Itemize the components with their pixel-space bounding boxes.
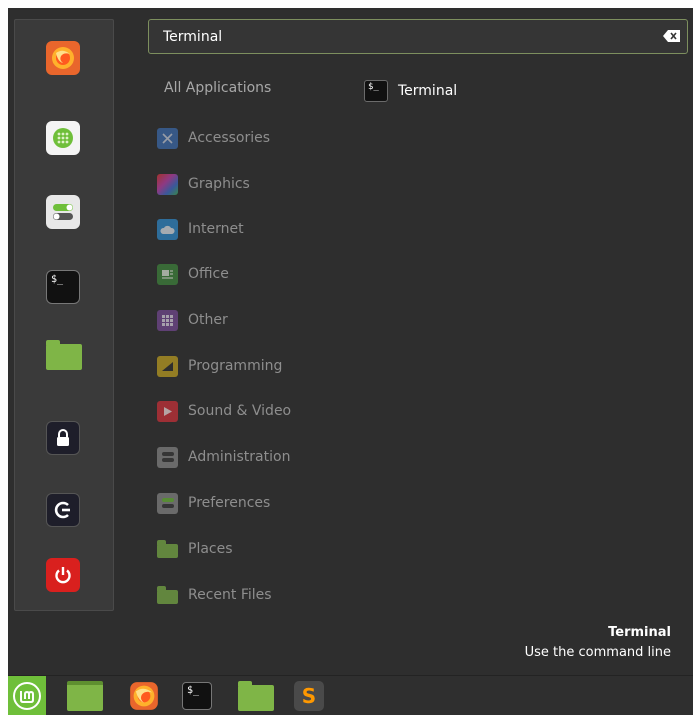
terminal-icon: $_ [51, 274, 64, 285]
selected-app-description: Use the command line [524, 645, 671, 660]
software-manager-icon [53, 128, 73, 148]
firefox-icon [52, 47, 74, 69]
category-label: Accessories [188, 130, 271, 146]
category-label: Preferences [188, 495, 271, 511]
other-icon [157, 309, 178, 331]
selected-app-title: Terminal [608, 625, 671, 640]
category-label: Other [188, 312, 228, 328]
show-desktop-button[interactable] [60, 680, 110, 712]
favorite-quit[interactable] [46, 558, 80, 592]
mint-logo-icon [13, 681, 41, 710]
favorite-lock-screen[interactable] [46, 421, 80, 455]
taskbar-firefox[interactable] [126, 680, 162, 712]
category-recent-files[interactable]: Recent Files [157, 582, 272, 608]
category-label: Programming [188, 358, 283, 374]
category-sound-video[interactable]: Sound & Video [157, 398, 291, 424]
category-label: Internet [188, 221, 244, 237]
favorite-files[interactable] [46, 338, 82, 372]
programming-icon [157, 355, 178, 377]
power-icon [55, 567, 71, 584]
desktop-icon [67, 681, 103, 711]
graphics-icon [157, 173, 178, 195]
search-result-terminal[interactable]: $_ Terminal [364, 78, 457, 104]
terminal-icon: $_ [182, 682, 212, 710]
category-label: Sound & Video [188, 403, 292, 419]
favorite-terminal[interactable]: $_ [46, 270, 80, 304]
internet-icon [157, 218, 178, 240]
category-other[interactable]: Other [157, 307, 228, 333]
folder-icon [238, 681, 274, 711]
taskbar-files[interactable] [234, 680, 278, 712]
accessories-icon [157, 127, 178, 149]
logout-icon [54, 501, 70, 519]
sound-video-icon [157, 400, 178, 422]
favorite-firefox[interactable] [46, 41, 80, 75]
category-administration[interactable]: Administration [157, 444, 290, 470]
category-graphics[interactable]: Graphics [157, 171, 250, 197]
result-label: Terminal [398, 83, 458, 99]
settings-toggle-icon [53, 204, 73, 220]
taskbar-panel: $_ S [8, 675, 693, 715]
mint-menu-button[interactable] [8, 676, 46, 715]
favorite-system-settings[interactable] [46, 195, 80, 229]
favorite-logout[interactable] [46, 493, 80, 527]
category-programming[interactable]: Programming [157, 353, 282, 379]
category-label: Recent Files [188, 587, 272, 603]
office-icon [157, 263, 178, 285]
category-accessories[interactable]: Accessories [157, 125, 270, 151]
category-all-applications[interactable]: All Applications [164, 80, 271, 96]
search-input[interactable] [163, 20, 643, 53]
backspace-clear-icon[interactable] [663, 29, 681, 43]
search-box [148, 19, 688, 54]
taskbar-terminal[interactable]: $_ [180, 680, 214, 712]
category-label: Places [188, 541, 233, 557]
taskbar-sublime-text[interactable]: S [292, 680, 326, 712]
category-label: Administration [188, 449, 291, 465]
recent-files-icon [157, 585, 178, 606]
lock-icon [57, 429, 69, 446]
folder-icon [46, 340, 82, 370]
preferences-icon [157, 492, 178, 514]
category-label: Office [188, 266, 229, 282]
firefox-icon [130, 682, 158, 710]
favorite-software-manager[interactable] [46, 121, 80, 155]
category-internet[interactable]: Internet [157, 216, 244, 242]
category-label: Graphics [188, 176, 250, 192]
administration-icon [157, 446, 178, 468]
terminal-icon: $_ [364, 80, 388, 102]
sublime-text-icon: S [294, 681, 324, 711]
favorites-sidebar: $_ [14, 19, 114, 611]
category-office[interactable]: Office [157, 261, 229, 287]
category-preferences[interactable]: Preferences [157, 490, 270, 516]
category-places[interactable]: Places [157, 536, 233, 562]
places-folder-icon [157, 539, 178, 560]
